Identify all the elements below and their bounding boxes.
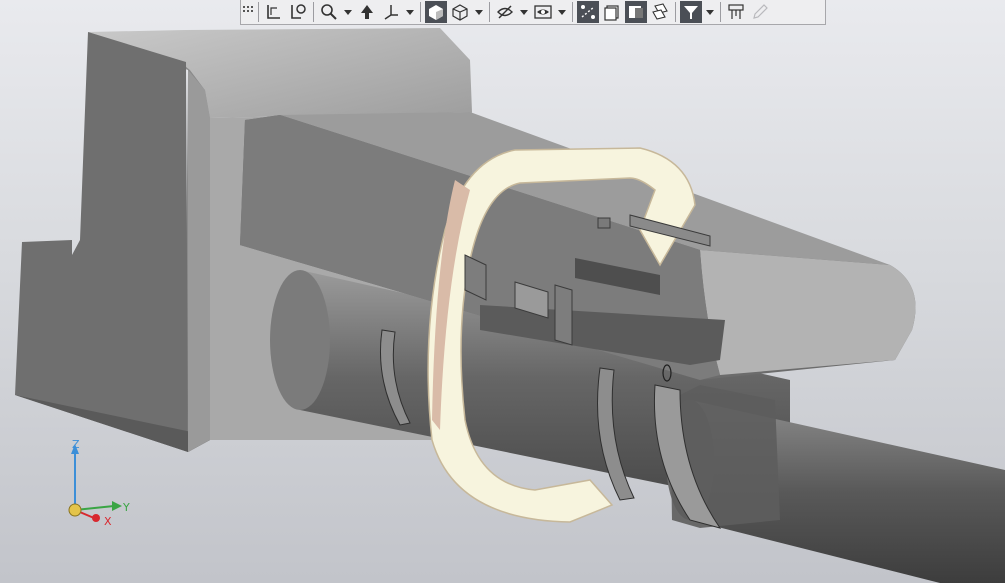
chevron-down-icon[interactable] (404, 1, 416, 23)
toolbar-separator (675, 2, 676, 22)
wireframe-cube-icon[interactable] (449, 1, 471, 23)
toolbar-separator (489, 2, 490, 22)
origin-icon (68, 503, 82, 517)
explode-icon[interactable] (649, 1, 671, 23)
axis-triad: Z Y X (58, 436, 138, 532)
magnifier-icon[interactable] (318, 1, 340, 23)
z-axis-label: Z (72, 438, 80, 451)
section-icon[interactable] (625, 1, 647, 23)
y-arrow-icon (112, 501, 122, 511)
filter-icon[interactable] (680, 1, 702, 23)
axes-icon[interactable] (380, 1, 402, 23)
constraint-icon[interactable] (577, 1, 599, 23)
x-axis-label: X (104, 515, 112, 528)
x-arrow-icon (92, 514, 100, 522)
chevron-down-icon[interactable] (342, 1, 354, 23)
pencil-icon (749, 1, 771, 23)
sketch-icon[interactable] (263, 1, 285, 23)
y-axis-label: Y (122, 501, 130, 514)
toolbar-separator (313, 2, 314, 22)
toolbar-separator (258, 2, 259, 22)
shaded-cube-icon[interactable] (425, 1, 447, 23)
eye-hidden-icon[interactable] (494, 1, 516, 23)
view-toolbar (240, 0, 826, 25)
3d-model-scene[interactable] (0, 0, 1005, 583)
chevron-down-icon[interactable] (518, 1, 530, 23)
orient-icon[interactable] (356, 1, 378, 23)
measure-icon[interactable] (725, 1, 747, 23)
toolbar-separator (420, 2, 421, 22)
chevron-down-icon[interactable] (556, 1, 568, 23)
grip-icon[interactable] (242, 1, 254, 23)
layers-icon[interactable] (601, 1, 623, 23)
toolbar-separator (720, 2, 721, 22)
sketch-settings-icon[interactable] (287, 1, 309, 23)
toolbar-separator (572, 2, 573, 22)
eye-show-icon[interactable] (532, 1, 554, 23)
chevron-down-icon[interactable] (704, 1, 716, 23)
model-viewport[interactable]: Z Y X (0, 0, 1005, 583)
piston-rod[interactable] (666, 385, 1005, 583)
chevron-down-icon[interactable] (473, 1, 485, 23)
